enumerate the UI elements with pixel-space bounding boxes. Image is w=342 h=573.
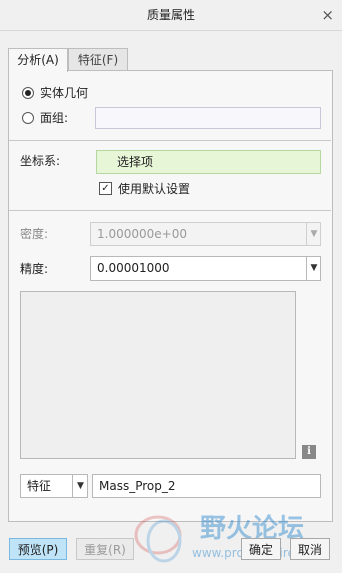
tab-feature[interactable]: 特征(F)	[68, 48, 128, 71]
use-default-checkbox[interactable]: ✓	[99, 182, 112, 195]
precision-dropdown-arrow[interactable]: ▼	[306, 257, 321, 280]
surface-radio[interactable]	[22, 112, 34, 124]
preview-button[interactable]: 预览(P)	[9, 538, 67, 560]
divider	[9, 210, 331, 211]
window-title: 质量属性	[146, 8, 195, 22]
tab-analysis[interactable]: 分析(A)	[8, 48, 68, 72]
solid-geometry-radio[interactable]	[22, 87, 34, 99]
use-default-label: 使用默认设置	[118, 182, 191, 196]
coord-system-collector[interactable]: 选择项	[96, 150, 321, 174]
cancel-button[interactable]: 取消	[290, 538, 330, 560]
density-label: 密度:	[20, 227, 49, 241]
density-field: 1.000000e+00	[90, 222, 321, 246]
solid-geometry-label: 实体几何	[40, 86, 89, 100]
divider	[9, 140, 331, 141]
results-area[interactable]	[20, 291, 296, 459]
feature-name-input[interactable]: Mass_Prop_2	[92, 474, 321, 498]
density-value: 1.000000e+00	[97, 227, 187, 241]
info-icon[interactable]: i	[302, 445, 316, 459]
surface-collector[interactable]	[95, 107, 321, 129]
precision-field[interactable]: 0.00001000	[90, 256, 321, 281]
close-icon[interactable]: ×	[321, 0, 334, 30]
watermark-swirl	[146, 519, 182, 563]
density-dropdown-arrow: ▼	[306, 223, 321, 245]
precision-value: 0.00001000	[97, 261, 170, 275]
repeat-button: 重复(R)	[76, 538, 134, 560]
ok-button[interactable]: 确定	[241, 538, 281, 560]
feature-type-value: 特征	[27, 479, 52, 493]
precision-label: 精度:	[20, 262, 49, 276]
surface-label: 面组:	[40, 111, 69, 125]
coord-system-label: 坐标系:	[20, 154, 61, 168]
feature-type-dropdown-arrow[interactable]: ▼	[72, 475, 88, 497]
